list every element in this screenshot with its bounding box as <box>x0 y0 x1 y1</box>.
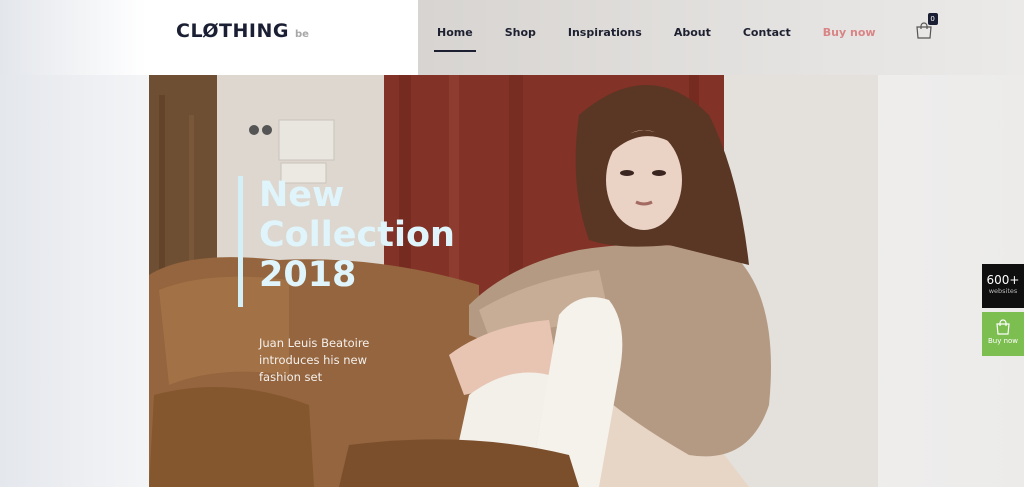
side-buy-label: Buy now <box>987 337 1019 345</box>
nav-item-inspirations[interactable]: Inspirations <box>565 26 645 39</box>
shopping-bag-icon <box>996 319 1010 335</box>
nav-item-home[interactable]: Home <box>434 26 476 52</box>
hero-title: New Collection 2018 <box>259 175 455 295</box>
websites-count: 600+ <box>986 273 1020 287</box>
nav-item-contact[interactable]: Contact <box>740 26 794 39</box>
hero-subtitle: Juan Leuis Beatoire introduces his new f… <box>259 336 370 384</box>
logo-suffix: be <box>294 29 309 40</box>
main-navigation: Home Shop Inspirations About Contact Buy… <box>434 0 938 64</box>
side-buy-now-button[interactable]: Buy now <box>982 312 1024 356</box>
cart-count-badge: 0 <box>927 13 938 25</box>
nav-item-buy-now[interactable]: Buy now <box>820 26 879 39</box>
hero-slider: New Collection 2018 Juan Leuis Beatoire … <box>149 75 878 487</box>
logo-text: CLØTHING <box>176 20 289 42</box>
title-accent-bar <box>238 176 243 307</box>
websites-label: websites <box>988 287 1018 295</box>
nav-item-about[interactable]: About <box>671 26 714 39</box>
nav-item-shop[interactable]: Shop <box>502 26 539 39</box>
websites-count-badge[interactable]: 600+ websites <box>982 264 1024 308</box>
cart-button[interactable]: 0 <box>915 13 938 40</box>
site-logo[interactable]: CLØTHING be <box>176 20 309 42</box>
